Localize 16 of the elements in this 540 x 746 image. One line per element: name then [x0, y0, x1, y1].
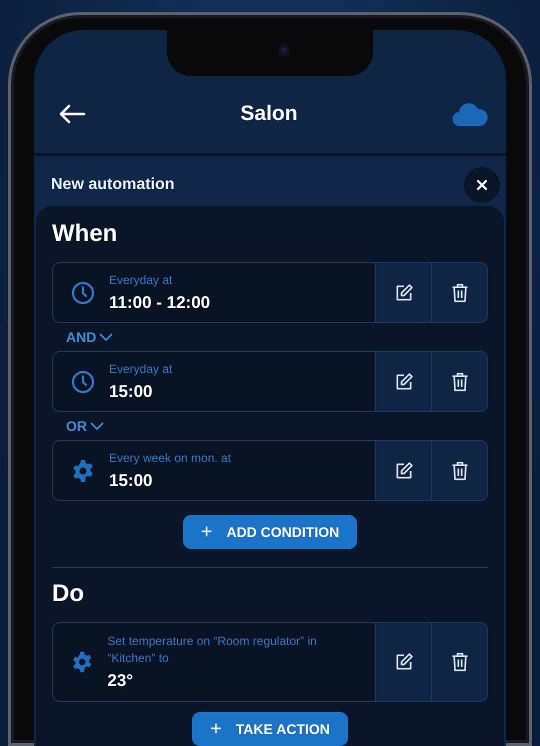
page-title: Salon	[240, 102, 298, 126]
condition-caption: Every week on mon. at	[109, 450, 232, 467]
condition-value: 11:00 - 12:00	[109, 293, 210, 313]
connector-dropdown[interactable]: OR	[66, 418, 104, 434]
condition-value: 15:00	[109, 471, 154, 491]
condition-caption: Everyday at	[109, 272, 174, 289]
condition-caption: Everyday at	[109, 361, 172, 378]
condition-value: 15:00	[109, 382, 154, 402]
section-heading: Do	[52, 580, 85, 608]
add-button[interactable]: + TAKE ACTION	[192, 712, 348, 746]
add-button[interactable]: + ADD CONDITION	[182, 515, 358, 549]
condition-caption: Set temperature on “Room regulator” in “Kitchen” to	[107, 633, 318, 667]
section-heading: When	[52, 220, 118, 248]
connector-dropdown[interactable]: AND	[66, 329, 114, 345]
dialog-title: New automation	[51, 176, 175, 194]
condition-value: 23°	[107, 671, 134, 691]
